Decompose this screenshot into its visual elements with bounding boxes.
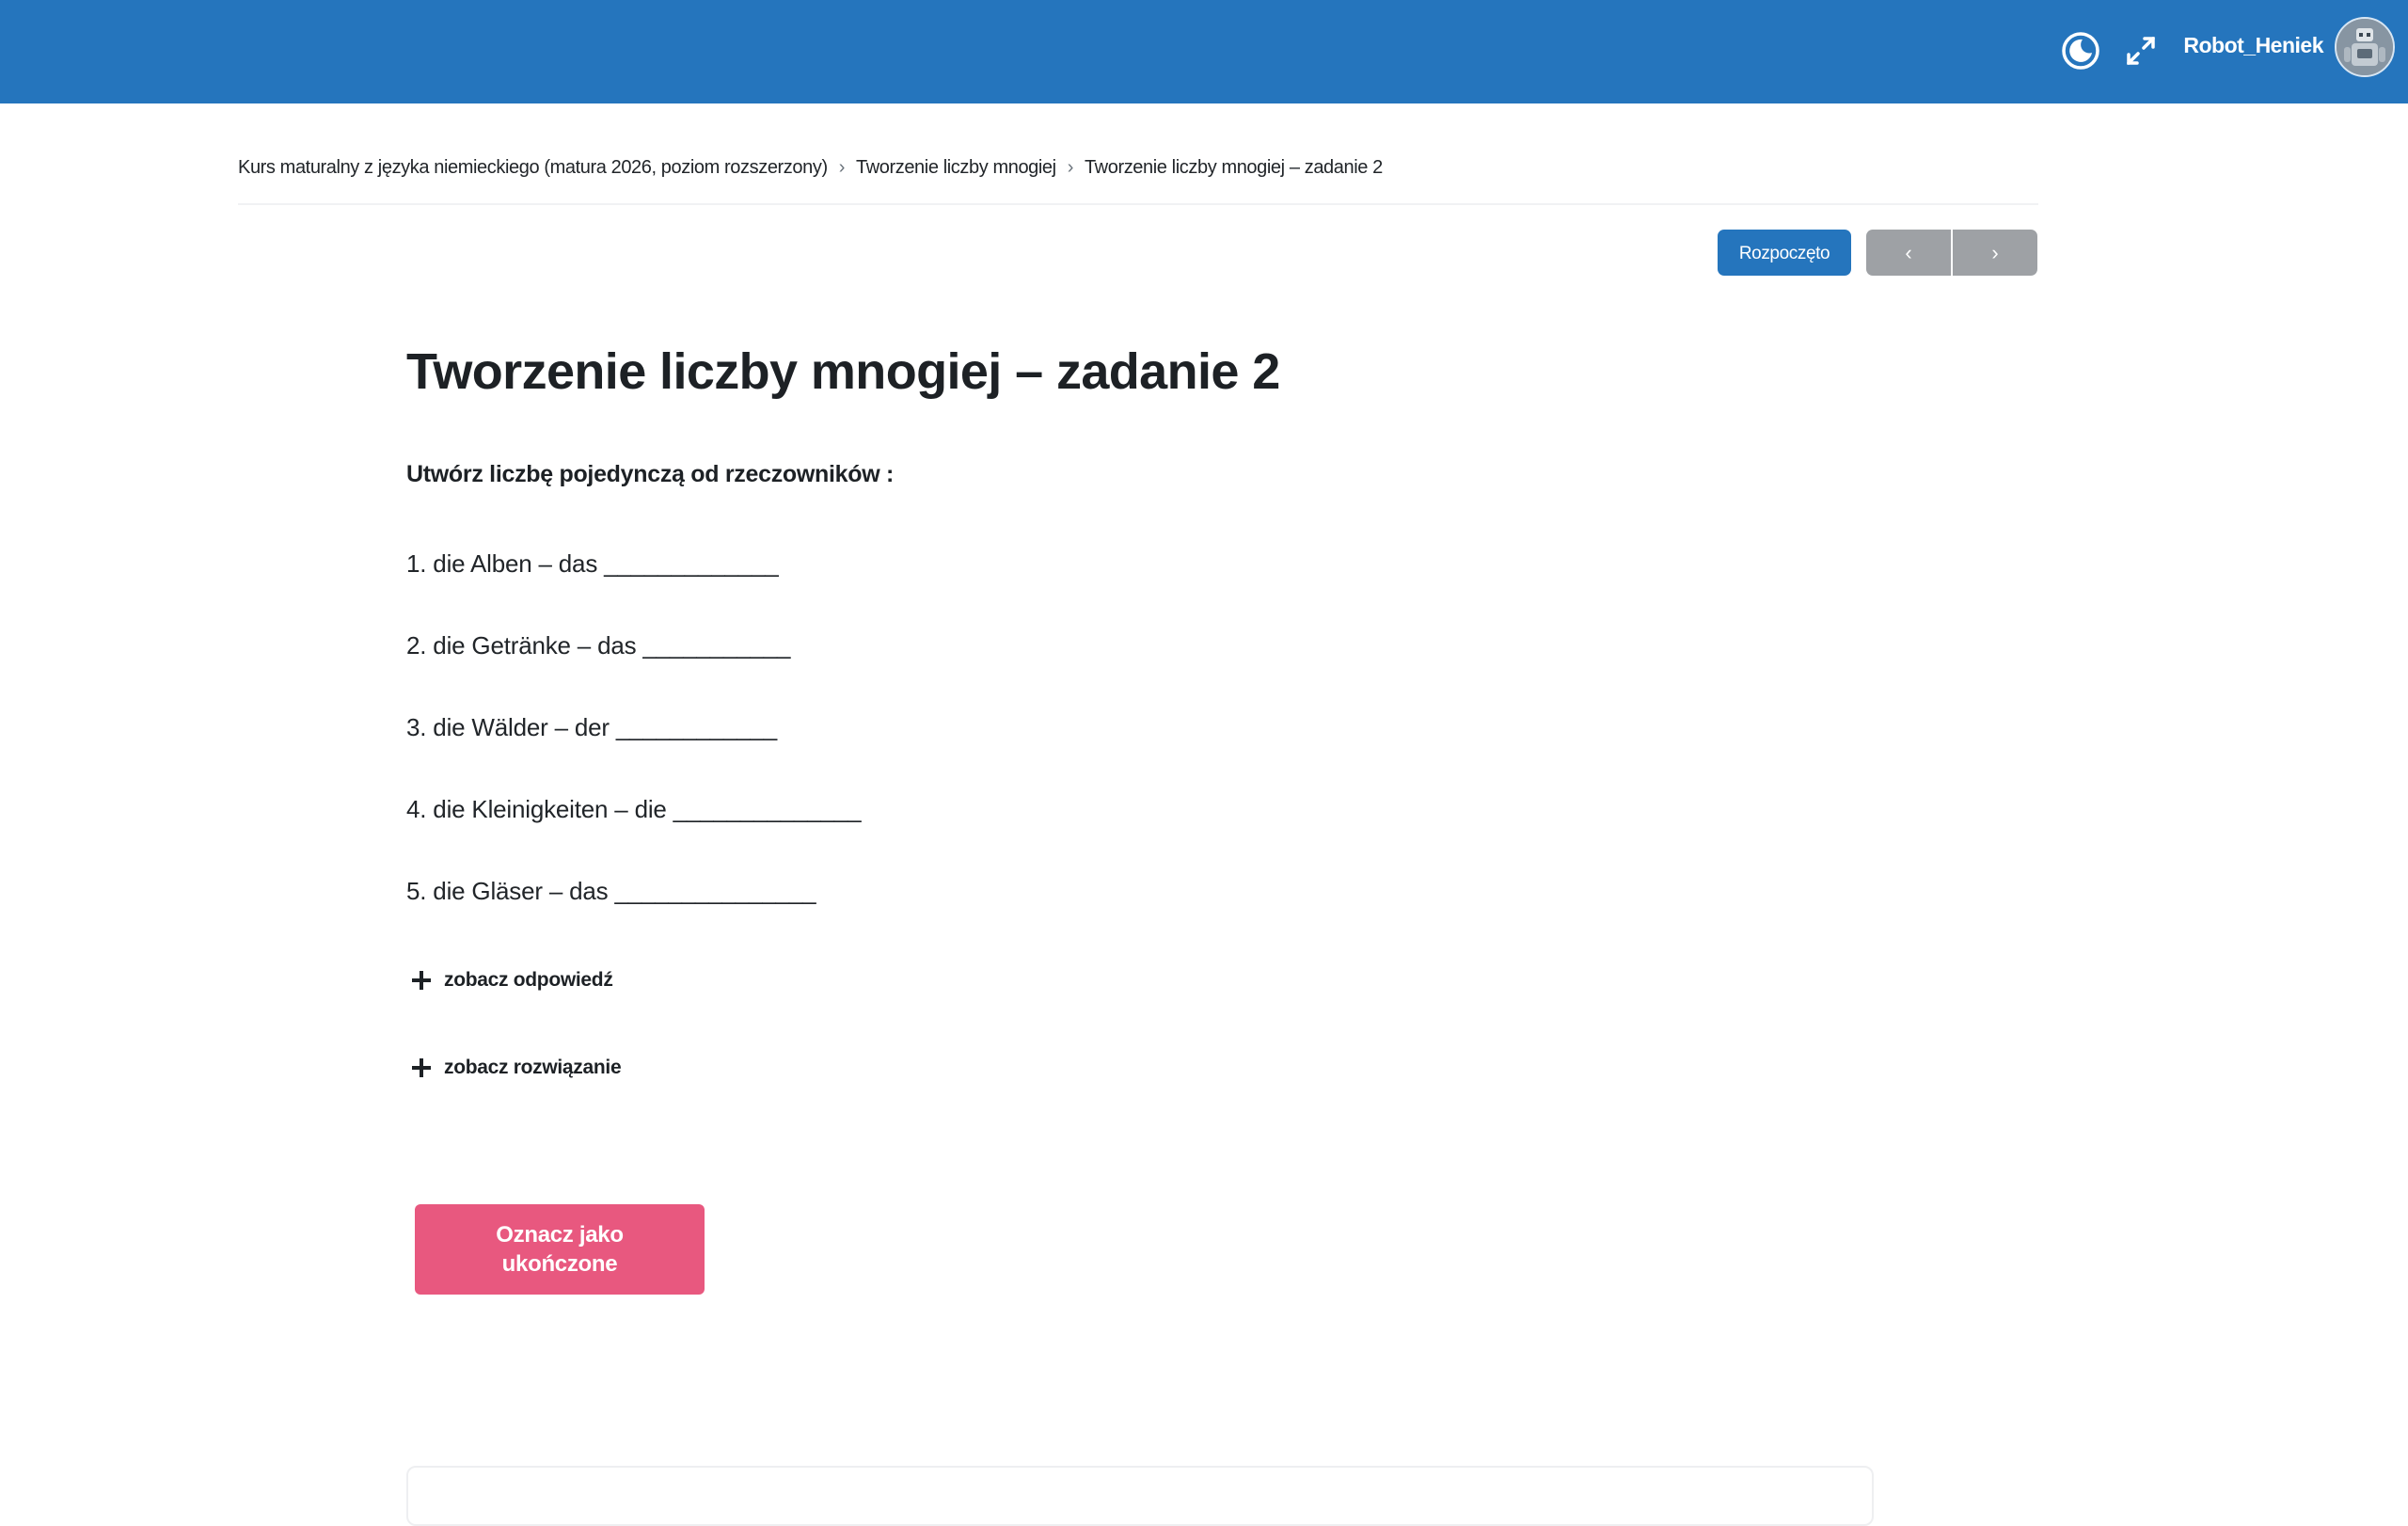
- breadcrumb-item-course[interactable]: Kurs maturalny z języka niemieckiego (ma…: [238, 157, 828, 178]
- breadcrumb-item-current[interactable]: Tworzenie liczby mnogiej – zadanie 2: [1085, 157, 1383, 178]
- fullscreen-icon[interactable]: [2113, 23, 2169, 79]
- breadcrumb-divider: [238, 203, 2038, 205]
- top-navbar: Robot_Heniek: [0, 0, 2408, 103]
- previous-activity-button[interactable]: ‹: [1866, 230, 1951, 276]
- plus-icon: [412, 1058, 431, 1077]
- exercise-instruction: Utwórz liczbę pojedynczą od rzeczowników…: [406, 461, 895, 487]
- exercise-item: 3. die Wälder – der ____________: [406, 713, 778, 741]
- activity-content: Tworzenie liczby mnogiej – zadanie 2 Utw…: [406, 339, 1874, 1078]
- show-solution-label: zobacz rozwiązanie: [444, 1057, 622, 1078]
- exercise-item: 5. die Gläser – das _______________: [406, 877, 816, 905]
- next-activity-button[interactable]: ›: [1953, 230, 2037, 276]
- mark-complete-label: Oznacz jako ukończone: [496, 1222, 624, 1277]
- exercise-item: 2. die Getränke – das ___________: [406, 631, 791, 660]
- status-button[interactable]: Rozpoczęto: [1718, 230, 1851, 276]
- dark-mode-icon[interactable]: [2052, 23, 2109, 79]
- exercise-item: 1. die Alben – das _____________: [406, 549, 779, 578]
- breadcrumb-item-section[interactable]: Tworzenie liczby mnogiej: [856, 157, 1056, 178]
- activity-navigation: ‹ ›: [1866, 230, 2037, 276]
- username-label[interactable]: Robot_Heniek: [2183, 28, 2323, 62]
- mark-complete-button[interactable]: Oznacz jako ukończone: [415, 1204, 705, 1295]
- user-avatar[interactable]: [2335, 17, 2395, 77]
- breadcrumb: Kurs maturalny z języka niemieckiego (ma…: [238, 152, 1383, 183]
- show-answer-toggle[interactable]: zobacz odpowiedź: [412, 963, 613, 997]
- plus-icon: [412, 971, 431, 990]
- chevron-right-icon: ›: [1991, 240, 1999, 264]
- page-title: Tworzenie liczby mnogiej – zadanie 2: [406, 343, 1280, 400]
- chevron-right-icon: ›: [1067, 157, 1074, 178]
- bottom-card: [406, 1466, 1874, 1526]
- exercise-item: 4. die Kleinigkeiten – die _____________…: [406, 795, 862, 823]
- chevron-right-icon: ›: [838, 157, 846, 178]
- show-answer-label: zobacz odpowiedź: [444, 969, 613, 991]
- chevron-left-icon: ‹: [1905, 240, 1912, 264]
- show-solution-toggle[interactable]: zobacz rozwiązanie: [412, 1051, 622, 1085]
